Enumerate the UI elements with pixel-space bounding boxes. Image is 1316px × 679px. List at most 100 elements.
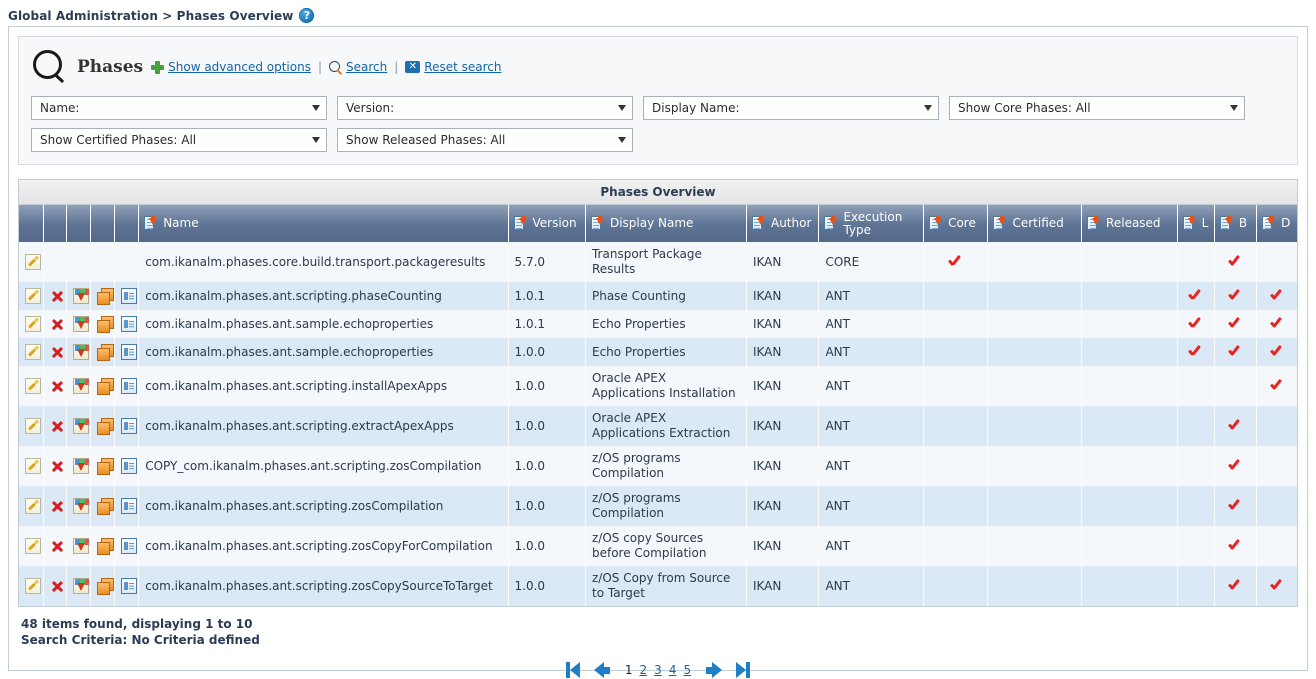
delete-icon[interactable] [50, 316, 66, 332]
edit-icon[interactable] [25, 378, 41, 394]
search-input-version[interactable]: Version: [337, 96, 633, 120]
cell-execution-type: ANT [819, 446, 924, 486]
col-header-core[interactable]: Core [924, 205, 988, 242]
delete-icon[interactable] [50, 378, 66, 394]
col-header-released[interactable]: Released [1082, 205, 1178, 242]
reset-search-label[interactable]: Reset search [424, 60, 501, 74]
col-header-certified[interactable]: Certified [988, 205, 1082, 242]
breadcrumb-text: Global Administration > Phases Overview [8, 9, 293, 23]
edit-icon[interactable] [25, 254, 41, 270]
search-link-label[interactable]: Search [346, 60, 387, 74]
detail-icon[interactable] [121, 498, 137, 514]
delete-icon[interactable] [50, 418, 66, 434]
col-header-name[interactable]: Name [139, 205, 508, 242]
edit-icon[interactable] [25, 344, 41, 360]
copy-icon[interactable] [97, 288, 113, 304]
detail-icon[interactable] [121, 344, 137, 360]
select-show-certified-phases[interactable]: Show Certified Phases: All [31, 128, 327, 152]
import-icon[interactable] [73, 378, 89, 394]
cell-execution-type: ANT [819, 566, 924, 606]
cell-action-detail [115, 526, 139, 566]
import-icon[interactable] [73, 458, 89, 474]
detail-icon[interactable] [121, 538, 137, 554]
delete-icon[interactable] [50, 288, 66, 304]
copy-icon[interactable] [97, 538, 113, 554]
last-page-button[interactable] [736, 662, 750, 678]
next-page-button[interactable] [706, 662, 722, 678]
cell-certified [988, 282, 1082, 310]
select-show-core-phases[interactable]: Show Core Phases: All [949, 96, 1245, 120]
search-input-display-name[interactable]: Display Name: [643, 96, 939, 120]
edit-icon[interactable] [25, 418, 41, 434]
search-link[interactable]: Search [329, 60, 387, 74]
show-advanced-options-link[interactable]: Show advanced options [151, 60, 311, 74]
delete-icon[interactable] [50, 458, 66, 474]
pagination-page-2[interactable]: 2 [639, 663, 649, 677]
import-icon[interactable] [73, 316, 89, 332]
link-separator-1: | [318, 60, 322, 74]
col-header-d-label: D [1281, 217, 1290, 230]
cell-b [1214, 338, 1256, 366]
copy-icon[interactable] [97, 578, 113, 594]
copy-icon[interactable] [97, 458, 113, 474]
cell-certified [988, 446, 1082, 486]
edit-icon[interactable] [25, 458, 41, 474]
col-header-l[interactable]: L [1177, 205, 1214, 242]
edit-icon[interactable] [25, 578, 41, 594]
import-icon[interactable] [73, 538, 89, 554]
copy-icon[interactable] [97, 498, 113, 514]
cell-b [1214, 310, 1256, 338]
cell-action-delete [43, 486, 66, 526]
delete-icon[interactable] [50, 578, 66, 594]
copy-icon[interactable] [97, 316, 113, 332]
detail-icon[interactable] [121, 316, 137, 332]
import-icon[interactable] [73, 344, 89, 360]
cell-action-copy [90, 446, 114, 486]
import-icon[interactable] [73, 498, 89, 514]
col-header-execution-type[interactable]: Execution Type [819, 205, 924, 242]
delete-icon[interactable] [50, 344, 66, 360]
previous-page-button[interactable] [594, 662, 610, 678]
sort-icon [1220, 216, 1234, 231]
copy-icon[interactable] [97, 418, 113, 434]
detail-icon[interactable] [121, 578, 137, 594]
import-icon[interactable] [73, 418, 89, 434]
cell-name: com.ikanalm.phases.ant.scripting.zosCopy… [139, 526, 508, 566]
col-header-b[interactable]: B [1214, 205, 1256, 242]
cell-author: IKAN [746, 338, 818, 366]
col-header-version[interactable]: Version [508, 205, 585, 242]
detail-icon[interactable] [121, 458, 137, 474]
table-row: com.ikanalm.phases.ant.scripting.phaseCo… [19, 282, 1297, 310]
edit-icon[interactable] [25, 316, 41, 332]
import-icon[interactable] [73, 288, 89, 304]
import-icon[interactable] [73, 578, 89, 594]
col-header-d[interactable]: D [1257, 205, 1297, 242]
reset-search-link[interactable]: ✕ Reset search [405, 60, 501, 74]
first-page-button[interactable] [566, 662, 580, 678]
col-header-author[interactable]: Author [746, 205, 818, 242]
pagination-page-4[interactable]: 4 [668, 663, 678, 677]
pagination-page-5[interactable]: 5 [682, 663, 692, 677]
delete-icon[interactable] [50, 498, 66, 514]
edit-icon[interactable] [25, 498, 41, 514]
edit-icon[interactable] [25, 538, 41, 554]
show-advanced-options-label[interactable]: Show advanced options [168, 60, 311, 74]
select-show-released-phases-value: Show Released Phases: All [346, 133, 505, 147]
copy-icon[interactable] [97, 344, 113, 360]
detail-icon[interactable] [121, 418, 137, 434]
detail-icon[interactable] [121, 378, 137, 394]
edit-icon[interactable] [25, 288, 41, 304]
chevron-down-icon [312, 105, 320, 111]
pagination-page-3[interactable]: 3 [653, 663, 663, 677]
search-input-name[interactable]: Name: [31, 96, 327, 120]
select-show-released-phases[interactable]: Show Released Phases: All [337, 128, 633, 152]
detail-icon[interactable] [121, 288, 137, 304]
cell-version: 1.0.0 [508, 526, 585, 566]
copy-icon[interactable] [97, 378, 113, 394]
col-header-display-name[interactable]: Display Name [585, 205, 746, 242]
cell-action-detail [115, 310, 139, 338]
cell-action-copy [90, 486, 114, 526]
delete-icon[interactable] [50, 538, 66, 554]
help-icon[interactable]: ? [299, 8, 314, 23]
check-icon [1188, 287, 1203, 301]
